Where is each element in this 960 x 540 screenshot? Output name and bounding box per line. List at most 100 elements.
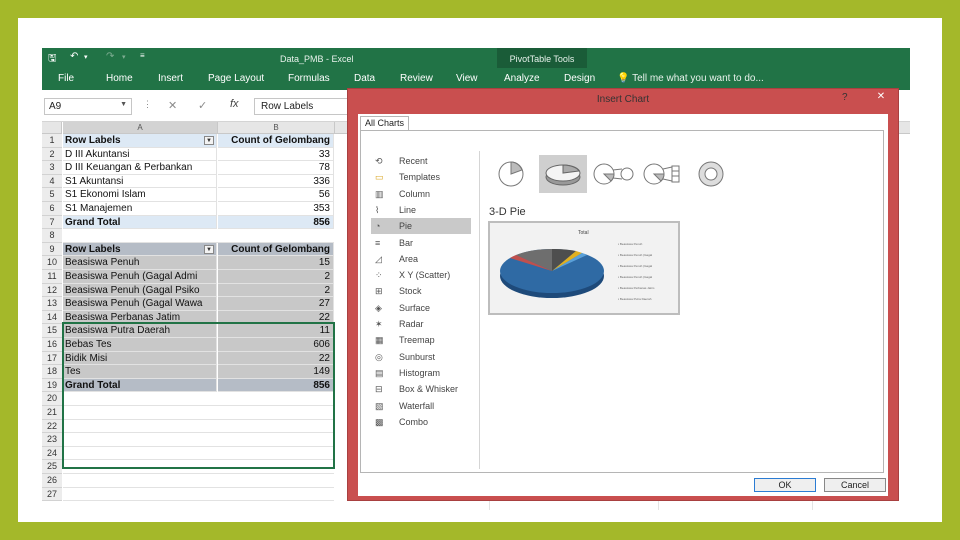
row-number[interactable]: 10 (42, 256, 62, 270)
row-number[interactable]: 25 (42, 460, 62, 474)
tab-file[interactable]: File (58, 73, 74, 84)
pivot-count-value[interactable]: 149 (218, 365, 334, 379)
empty-row[interactable] (63, 460, 334, 474)
name-box[interactable]: A9 ▼ (44, 98, 132, 115)
chart-type-area[interactable]: ◿ Area (371, 251, 471, 267)
pivot-row-label[interactable]: Bebas Tes (63, 338, 217, 352)
pivot-count-value[interactable]: 22 (218, 351, 334, 366)
pivot-row-label[interactable]: Beasiswa Penuh (63, 256, 217, 270)
pivot-row-label[interactable]: S1 Ekonomi Islam (63, 188, 217, 202)
chart-type-histogram[interactable]: ▤ Histogram (371, 365, 471, 381)
chart-type-surface[interactable]: ◈ Surface (371, 300, 471, 316)
pivot-count-value[interactable]: 78 (218, 161, 334, 175)
empty-row[interactable] (63, 406, 334, 420)
chart-type-stock[interactable]: ⊞ Stock (371, 283, 471, 299)
pivot-row-label[interactable]: Beasiswa Penuh (Gagal Admi (63, 270, 217, 284)
chart-type-radar[interactable]: ✶ Radar (371, 316, 471, 332)
ok-button[interactable]: OK (754, 478, 816, 492)
pivot-count-value[interactable]: 856 (218, 378, 334, 393)
row-number[interactable]: 17 (42, 351, 62, 366)
column-header-b[interactable]: B (218, 122, 335, 134)
chart-type-waterfall[interactable]: ▧ Waterfall (371, 398, 471, 414)
pivot-row-label[interactable]: S1 Manajemen (63, 202, 217, 216)
row-number[interactable]: 27 (42, 487, 62, 502)
chart-type-column[interactable]: ▥ Column (371, 186, 471, 202)
pivot-count-value[interactable]: 353 (218, 202, 334, 216)
column-header-a[interactable]: A (63, 122, 218, 134)
3d-pie-subtype-button[interactable] (539, 155, 587, 193)
row-number[interactable]: 15 (42, 324, 62, 338)
cancel-button[interactable]: Cancel (824, 478, 886, 492)
empty-row[interactable] (63, 447, 334, 461)
cancel-entry-icon[interactable]: ✕ (168, 99, 177, 112)
redo-icon[interactable]: ↷ (106, 51, 114, 62)
row-number[interactable]: 19 (42, 378, 62, 393)
tell-me-search[interactable]: 💡 Tell me what you want to do... (617, 73, 764, 84)
row-number[interactable]: 7 (42, 215, 62, 230)
row-number[interactable]: 14 (42, 310, 62, 325)
row-number[interactable]: 4 (42, 174, 62, 189)
pivot-row-label[interactable]: Grand Total (63, 215, 217, 230)
row-number[interactable]: 12 (42, 283, 62, 298)
chart-type-pie[interactable]: ◔ Pie (371, 218, 471, 235)
row-number[interactable]: 1 (42, 134, 62, 148)
pivot-count-value[interactable]: 2 (218, 283, 334, 298)
row-number[interactable]: 22 (42, 419, 62, 434)
pivot-row-label[interactable]: Beasiswa Perbanas Jatim (63, 310, 217, 325)
pivot-count-value[interactable]: 606 (218, 338, 334, 352)
row-number[interactable]: 20 (42, 392, 62, 406)
filter-dropdown-icon[interactable]: ▼ (204, 136, 214, 145)
tab-insert[interactable]: Insert (158, 73, 183, 84)
chart-type-recent[interactable]: ⟲ Recent (371, 153, 471, 169)
row-number[interactable]: 2 (42, 147, 62, 162)
chart-type-sunburst[interactable]: ◎ Sunburst (371, 349, 471, 365)
pivot-count-value[interactable]: 856 (218, 215, 334, 230)
filter-dropdown-icon[interactable]: ▼ (204, 244, 214, 254)
pivot-row-label[interactable]: Beasiswa Penuh (Gagal Wawa (63, 297, 217, 311)
pivot-row-label[interactable]: S1 Akuntansi (63, 174, 217, 189)
pivot-count-value[interactable]: 2 (218, 270, 334, 284)
empty-row[interactable] (63, 433, 334, 447)
pivot-count-value[interactable]: 22 (218, 310, 334, 325)
row-number[interactable]: 11 (42, 270, 62, 284)
row-number[interactable]: 5 (42, 188, 62, 202)
doughnut-subtype-button[interactable] (689, 155, 737, 193)
empty-row[interactable] (63, 392, 334, 406)
undo-icon[interactable]: ↶ (70, 51, 78, 62)
chart-type-templates[interactable]: ▭ Templates (371, 169, 471, 185)
pivot-row-label[interactable]: Beasiswa Putra Daerah (63, 324, 217, 338)
chart-type-treemap[interactable]: ▦ Treemap (371, 332, 471, 348)
pivot-count-value[interactable]: 27 (218, 297, 334, 311)
customize-qat-icon[interactable]: ≡ (140, 51, 145, 60)
chart-type-bar[interactable]: ≡ Bar (371, 235, 471, 251)
chart-preview[interactable]: Total ▪ Beasiswa Penuh ▪ Beasiswa Penuh … (488, 221, 680, 315)
pivot-count-value[interactable]: 15 (218, 256, 334, 270)
empty-row[interactable] (63, 420, 334, 434)
empty-row[interactable] (63, 474, 334, 488)
row-number[interactable]: 18 (42, 365, 62, 379)
pivot-row-label[interactable]: D III Akuntansi (63, 147, 217, 162)
tab-home[interactable]: Home (106, 73, 133, 84)
row-number[interactable]: 24 (42, 446, 62, 461)
row-number[interactable]: 13 (42, 297, 62, 311)
row-number[interactable]: 23 (42, 433, 62, 447)
tab-all-charts[interactable]: All Charts (360, 116, 410, 130)
pivot-row-label[interactable]: D III Keuangan & Perbankan (63, 161, 217, 175)
confirm-entry-icon[interactable]: ✓ (198, 99, 207, 112)
bar-of-pie-subtype-button[interactable] (639, 155, 687, 193)
pivot-row-label[interactable]: Grand Total (63, 378, 217, 393)
help-button[interactable]: ? (842, 92, 848, 103)
empty-row[interactable] (63, 488, 334, 502)
undo-dropdown-icon[interactable]: ▾ (84, 53, 88, 61)
row-number[interactable]: 9 (42, 242, 62, 257)
pie-of-pie-subtype-button[interactable] (589, 155, 637, 193)
save-icon[interactable]: 🖫 (48, 51, 57, 68)
tab-data[interactable]: Data (354, 73, 375, 84)
row-number[interactable]: 3 (42, 161, 62, 175)
chart-type-line[interactable]: ⌇ Line (371, 202, 471, 218)
close-button[interactable]: ✕ (865, 90, 897, 103)
pivot-count-value[interactable]: 33 (218, 147, 334, 162)
pivot-row-label[interactable]: Beasiswa Penuh (Gagal Psiko (63, 283, 217, 298)
chevron-down-icon[interactable]: ▼ (120, 101, 127, 108)
pie-subtype-button[interactable] (489, 155, 537, 193)
